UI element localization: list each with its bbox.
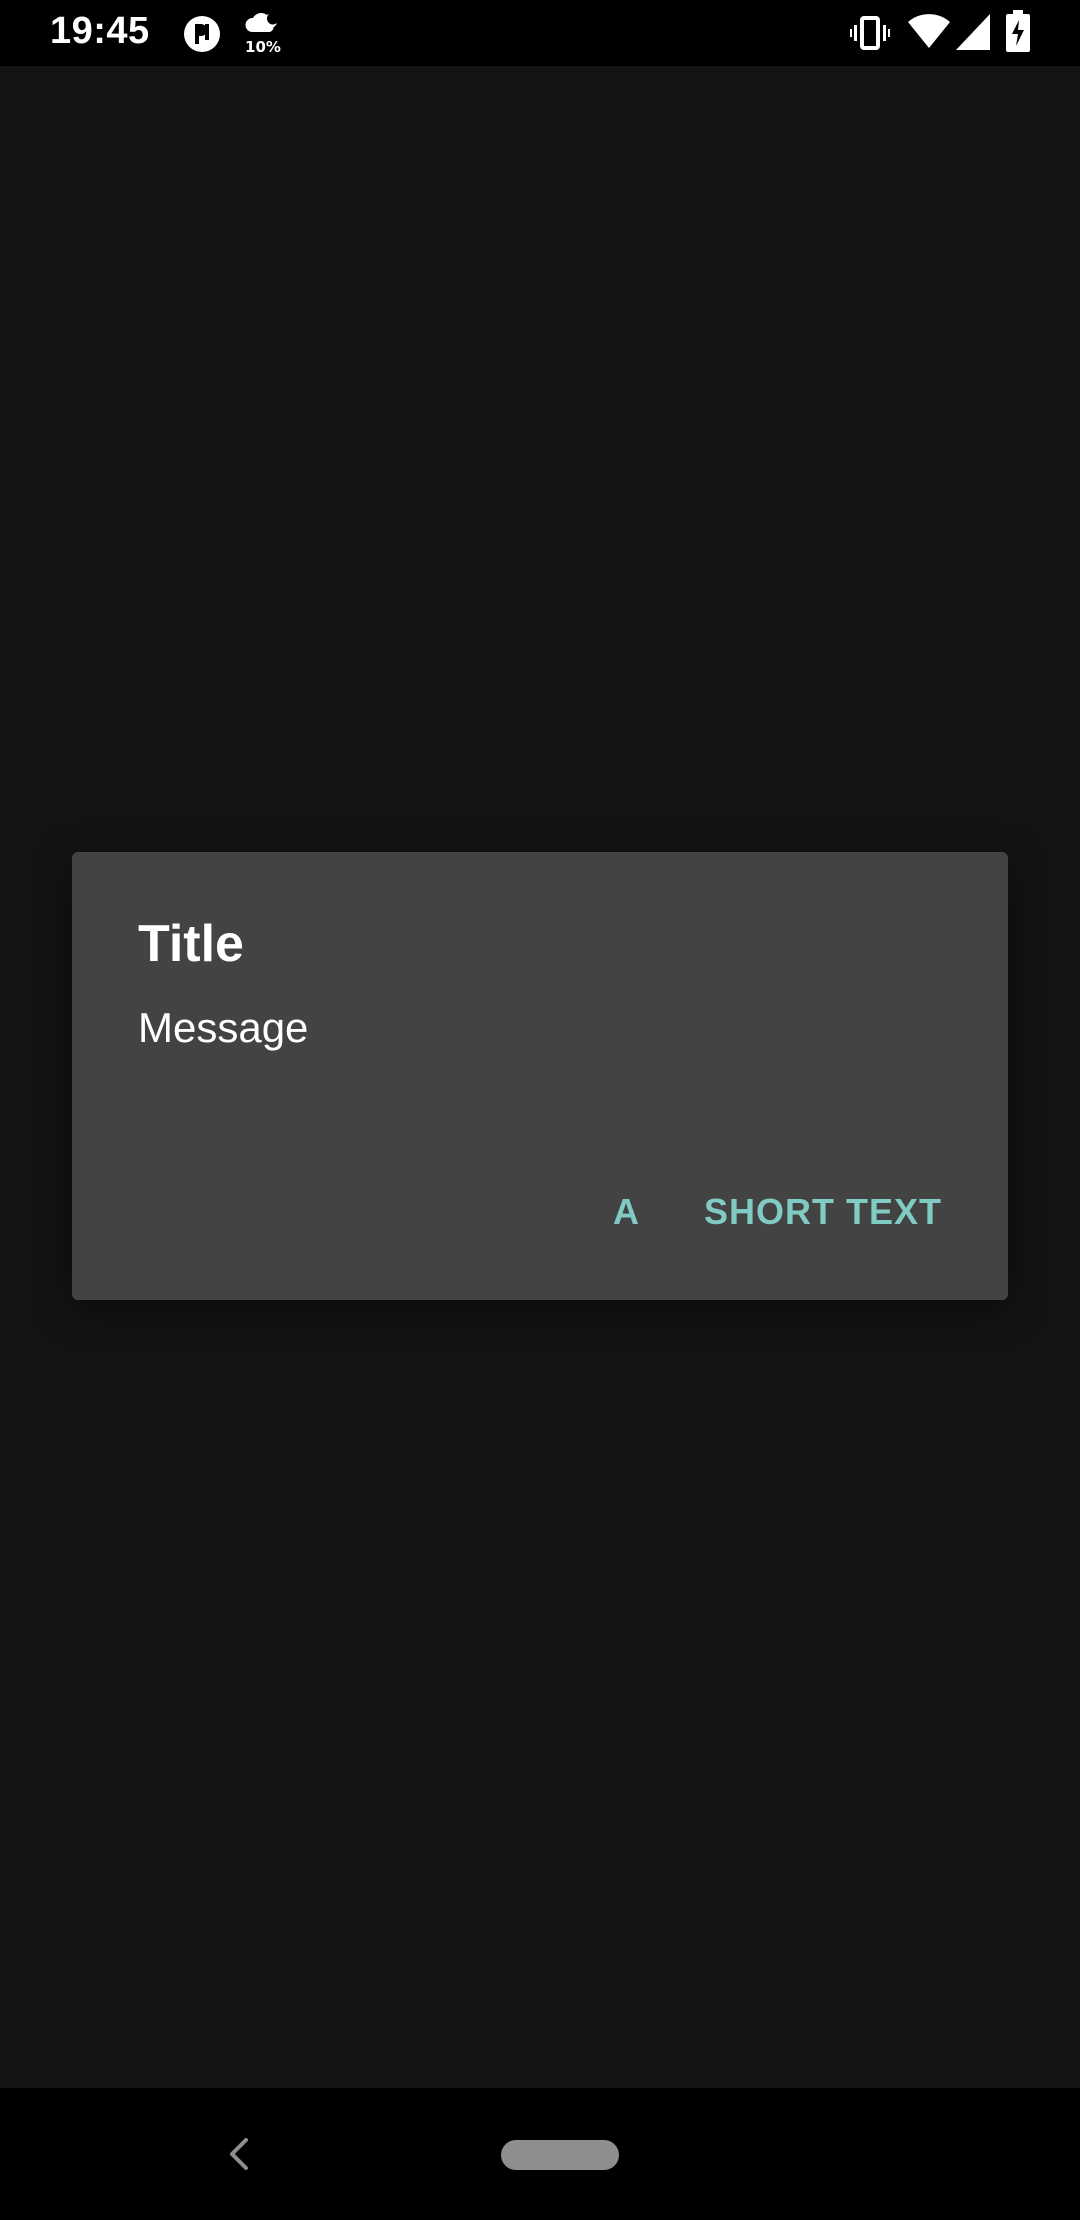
- alert-dialog: Title Message A SHORT TEXT: [72, 852, 1008, 1300]
- screen: 19:45 10% Title Message A SHORT TEXT: [0, 0, 1080, 2220]
- battery-charging-icon: [1006, 10, 1030, 52]
- dialog-primary-button[interactable]: SHORT TEXT: [684, 1170, 962, 1254]
- home-pill[interactable]: [501, 2140, 619, 2170]
- weather-percent: 10%: [245, 38, 281, 56]
- app-notification-icon: [184, 16, 220, 52]
- dialog-title: Title: [138, 915, 244, 973]
- wifi-icon: [908, 14, 950, 48]
- weather-icon: 10%: [242, 10, 284, 56]
- cell-signal-icon: [956, 14, 990, 50]
- vibrate-icon: [850, 16, 890, 50]
- dialog-actions: A SHORT TEXT: [593, 1170, 962, 1254]
- back-icon[interactable]: [220, 2134, 260, 2174]
- status-time: 19:45: [50, 10, 150, 52]
- dialog-message: Message: [138, 1004, 309, 1051]
- dialog-secondary-button[interactable]: A: [593, 1170, 660, 1254]
- status-bar: 19:45 10%: [0, 0, 1080, 66]
- navigation-bar: [0, 2088, 1080, 2220]
